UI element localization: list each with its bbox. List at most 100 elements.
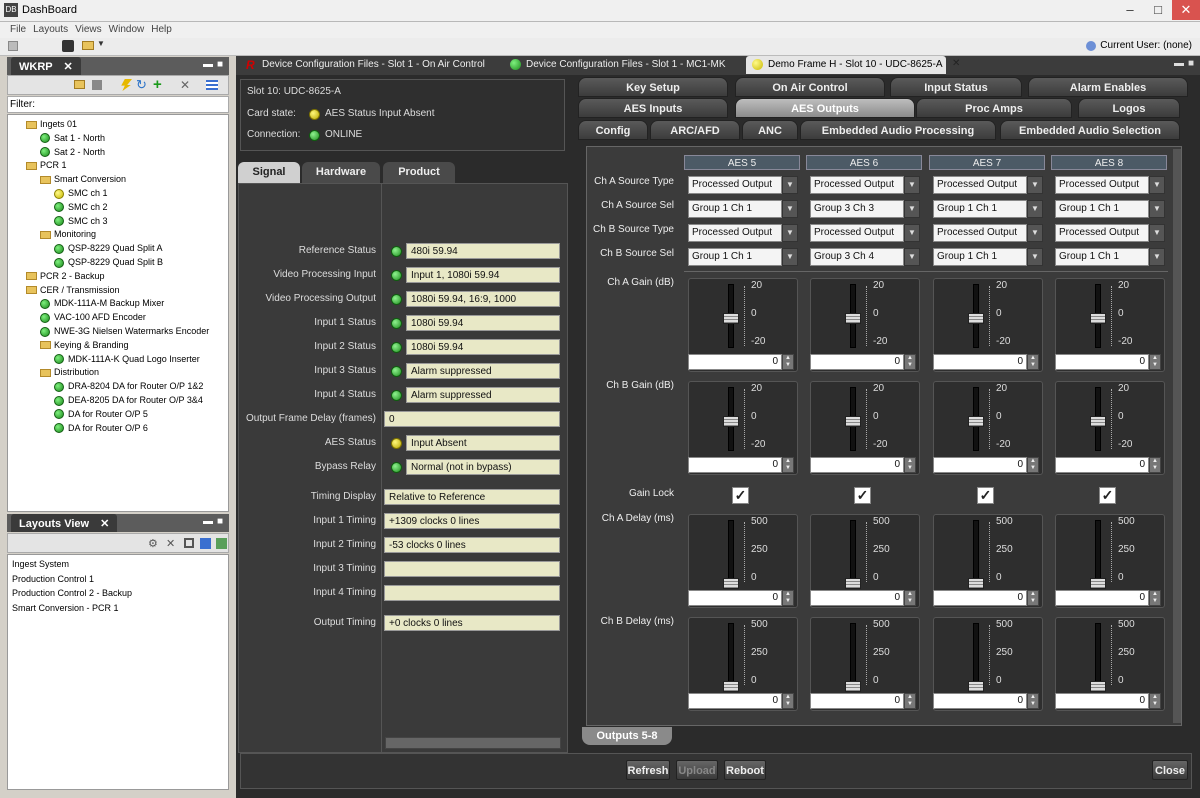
- dropdown-cha-src-sel[interactable]: Group 1 Ch 1: [688, 200, 782, 218]
- tree-item[interactable]: Ingets 01: [26, 117, 77, 131]
- close-button[interactable]: Close: [1152, 760, 1188, 780]
- upload-button[interactable]: Upload: [676, 760, 718, 780]
- tree-item[interactable]: Sat 1 - North: [40, 131, 105, 145]
- delete-icon[interactable]: ✕: [180, 78, 190, 92]
- tab-anc[interactable]: ANC: [742, 120, 798, 140]
- dropdown-cha-src-type[interactable]: Processed Output: [1055, 176, 1149, 194]
- chb-gain-value-field[interactable]: 0: [933, 457, 1027, 473]
- spinner-icon[interactable]: ▲ ▼: [782, 693, 794, 709]
- chb-delay-value-field[interactable]: 0: [1055, 693, 1149, 709]
- gain-lock-checkbox[interactable]: ✓: [977, 487, 994, 504]
- spinner-icon[interactable]: ▲ ▼: [1027, 693, 1039, 709]
- dropdown-chb-src-sel[interactable]: Group 3 Ch 4: [810, 248, 904, 266]
- spinner-icon[interactable]: ▲ ▼: [904, 590, 916, 606]
- tab-aes-outputs[interactable]: AES Outputs: [735, 98, 915, 118]
- spinner-icon[interactable]: ▲ ▼: [1149, 354, 1161, 370]
- dropdown-chb-src-type[interactable]: Processed Output: [1055, 224, 1149, 242]
- gain-lock-checkbox[interactable]: ✓: [1099, 487, 1116, 504]
- tab-demo-frame[interactable]: Demo Frame H - Slot 10 - UDC-8625-A: [746, 56, 946, 74]
- cha-delay-slider-thumb[interactable]: [845, 578, 861, 589]
- maximize-icon[interactable]: ■: [217, 59, 223, 70]
- chb-gain-slider-thumb[interactable]: [845, 416, 861, 427]
- chevron-down-icon[interactable]: ▼: [904, 248, 920, 266]
- cha-gain-value-field[interactable]: 0: [810, 354, 904, 370]
- tree-item[interactable]: Keying & Branding: [40, 338, 129, 352]
- maximize-icon[interactable]: ■: [217, 516, 223, 527]
- chb-gain-slider-thumb[interactable]: [1090, 416, 1106, 427]
- tab-product[interactable]: Product: [383, 162, 455, 183]
- tree-item[interactable]: DRA-8204 DA for Router O/P 1&2: [54, 379, 203, 393]
- frame-icon[interactable]: [184, 538, 194, 548]
- cha-delay-slider-thumb[interactable]: [968, 578, 984, 589]
- spinner-icon[interactable]: ▲ ▼: [1027, 354, 1039, 370]
- chevron-down-icon[interactable]: ▼: [1149, 176, 1165, 194]
- open-folder-icon[interactable]: [82, 41, 94, 50]
- chb-delay-value-field[interactable]: 0: [933, 693, 1027, 709]
- spinner-icon[interactable]: ▲ ▼: [782, 354, 794, 370]
- close-icon[interactable]: ✕: [100, 518, 109, 530]
- chb-gain-value-field[interactable]: 0: [688, 457, 782, 473]
- close-window-button[interactable]: ✕: [1172, 0, 1200, 20]
- dropdown-cha-src-sel[interactable]: Group 1 Ch 1: [1055, 200, 1149, 218]
- menu-window[interactable]: Window: [109, 24, 145, 35]
- tree-item[interactable]: QSP-8229 Quad Split A: [54, 241, 163, 255]
- camera-icon[interactable]: [62, 40, 74, 52]
- layout-item[interactable]: Ingest System: [12, 557, 69, 571]
- tree-item[interactable]: SMC ch 2: [54, 200, 108, 214]
- maximize-icon[interactable]: ■: [1188, 58, 1194, 69]
- cha-delay-slider-thumb[interactable]: [723, 578, 739, 589]
- cha-delay-value-field[interactable]: 0: [1055, 590, 1149, 606]
- tab-signal[interactable]: Signal: [238, 162, 300, 183]
- tree-item[interactable]: Distribution: [40, 365, 99, 379]
- tree-item[interactable]: SMC ch 3: [54, 214, 108, 228]
- tree-item[interactable]: MDK-111A-K Quad Logo Inserter: [54, 352, 200, 366]
- dropdown-chb-src-sel[interactable]: Group 1 Ch 1: [688, 248, 782, 266]
- tab-arc-afd[interactable]: ARC/AFD: [650, 120, 740, 140]
- layout-item[interactable]: Smart Conversion - PCR 1: [12, 601, 119, 615]
- chb-delay-slider-thumb[interactable]: [968, 681, 984, 692]
- tab-key-setup[interactable]: Key Setup: [578, 77, 728, 97]
- tab-wkrp[interactable]: WKRP ✕: [11, 57, 81, 75]
- chevron-down-icon[interactable]: ▼: [1027, 200, 1043, 218]
- tree-item[interactable]: DEA-8205 DA for Router O/P 3&4: [54, 393, 203, 407]
- close-icon[interactable]: ✕: [63, 61, 72, 73]
- tree-item[interactable]: SMC ch 1: [54, 186, 108, 200]
- minimize-icon[interactable]: ▬: [203, 516, 213, 527]
- chb-gain-slider-thumb[interactable]: [968, 416, 984, 427]
- spinner-icon[interactable]: ▲ ▼: [904, 457, 916, 473]
- gain-lock-checkbox[interactable]: ✓: [854, 487, 871, 504]
- cha-gain-slider-thumb[interactable]: [723, 313, 739, 324]
- chevron-down-icon[interactable]: ▼: [1027, 176, 1043, 194]
- spinner-icon[interactable]: ▲ ▼: [1149, 693, 1161, 709]
- tree-item[interactable]: Smart Conversion: [40, 172, 126, 186]
- tree-item[interactable]: DA for Router O/P 5: [54, 407, 148, 421]
- chevron-down-icon[interactable]: ▼: [904, 224, 920, 242]
- spinner-icon[interactable]: ▲ ▼: [782, 457, 794, 473]
- tab-proc-amps[interactable]: Proc Amps: [916, 98, 1072, 118]
- chevron-down-icon[interactable]: ▼: [782, 248, 798, 266]
- chevron-down-icon[interactable]: ▼: [1149, 248, 1165, 266]
- cha-gain-value-field[interactable]: 0: [1055, 354, 1149, 370]
- tab-aes-inputs[interactable]: AES Inputs: [578, 98, 728, 118]
- tab-outputs-5-8[interactable]: Outputs 5-8: [582, 727, 672, 745]
- chb-delay-slider-thumb[interactable]: [723, 681, 739, 692]
- minimize-icon[interactable]: ▬: [1174, 58, 1184, 69]
- cha-delay-value-field[interactable]: 0: [810, 590, 904, 606]
- tree-item[interactable]: CER / Transmission: [26, 283, 120, 297]
- spinner-icon[interactable]: ▲ ▼: [1149, 457, 1161, 473]
- spinner-icon[interactable]: ▲ ▼: [782, 590, 794, 606]
- chevron-down-icon[interactable]: ▼: [1027, 224, 1043, 242]
- tool-icon[interactable]: ⚙: [148, 537, 158, 550]
- cha-delay-slider-thumb[interactable]: [1090, 578, 1106, 589]
- dropdown-chb-src-sel[interactable]: Group 1 Ch 1: [1055, 248, 1149, 266]
- tree-item[interactable]: NWE-3G Nielsen Watermarks Encoder: [40, 324, 209, 338]
- add-icon[interactable]: +: [153, 76, 162, 93]
- chb-delay-slider-thumb[interactable]: [1090, 681, 1106, 692]
- chevron-down-icon[interactable]: ▼: [782, 224, 798, 242]
- tree-item[interactable]: PCR 1: [26, 158, 67, 172]
- vertical-scrollbar[interactable]: [1173, 149, 1181, 723]
- gain-lock-checkbox[interactable]: ✓: [732, 487, 749, 504]
- tab-on-air-control[interactable]: On Air Control: [735, 77, 885, 97]
- dropdown-chb-src-type[interactable]: Processed Output: [810, 224, 904, 242]
- tree-item[interactable]: DA for Router O/P 6: [54, 421, 148, 435]
